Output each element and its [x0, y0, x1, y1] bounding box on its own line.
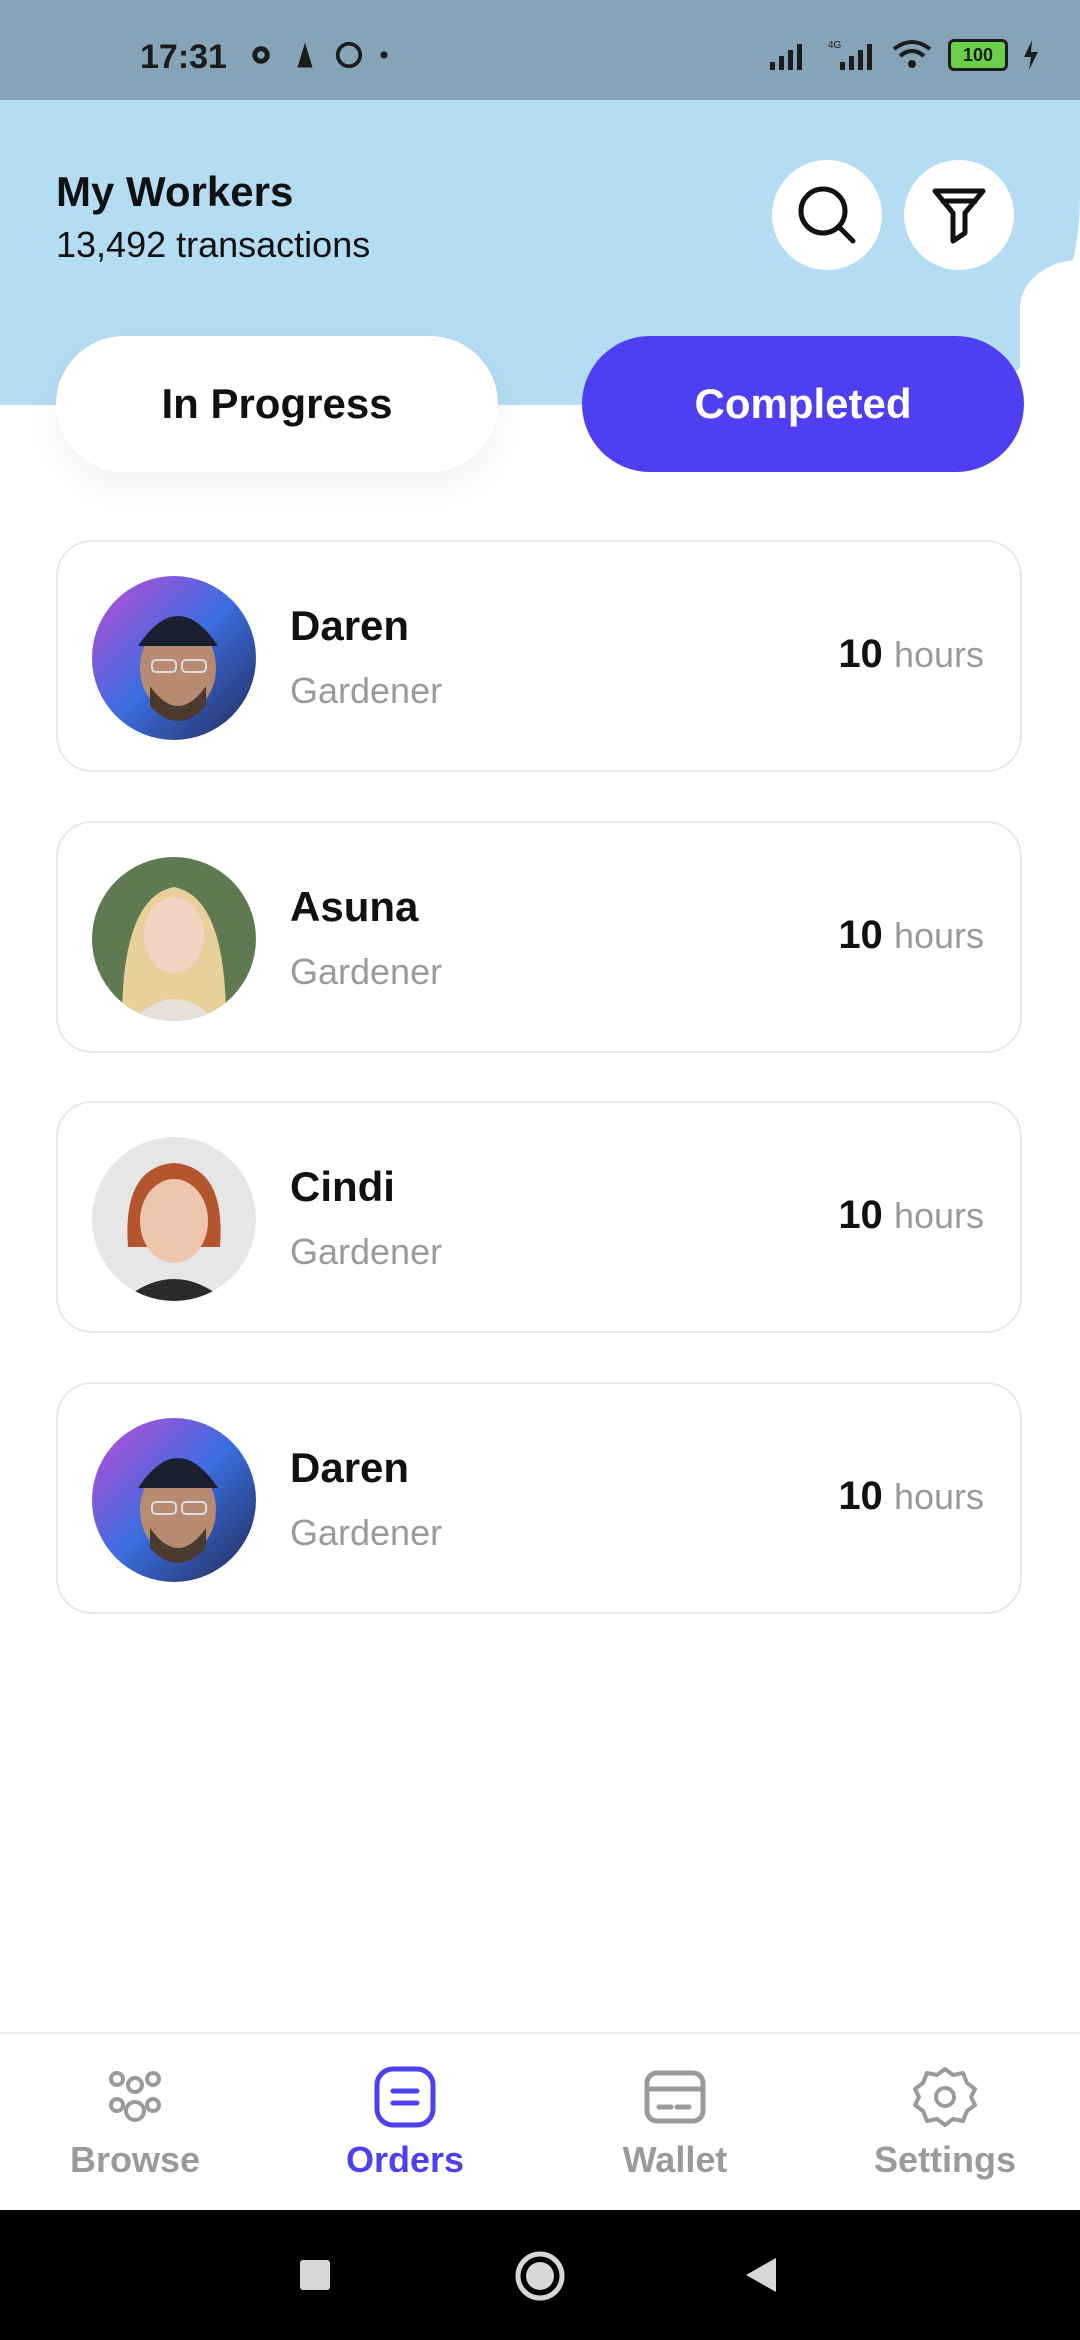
worker-status-icon: [297, 42, 313, 68]
nav-orders[interactable]: Orders: [270, 2034, 540, 2212]
worker-role: Gardener: [290, 670, 443, 711]
worker-hours: 10 hours: [838, 1193, 984, 1238]
worker-card[interactable]: Asuna Gardener 10 hours: [56, 821, 1022, 1053]
hours-unit: hours: [893, 1195, 984, 1236]
hours-value: 10: [838, 1193, 883, 1237]
orders-icon: [374, 2066, 436, 2128]
worker-hours: 10 hours: [838, 913, 984, 958]
filter-icon: [932, 188, 986, 244]
page-title: My Workers: [56, 168, 294, 215]
back-button[interactable]: [744, 2256, 778, 2299]
wifi-icon: [892, 40, 932, 68]
worker-role: Gardener: [290, 1231, 443, 1272]
sync-status-icon: [335, 41, 363, 69]
svg-text:4G: 4G: [828, 40, 842, 51]
nav-browse[interactable]: Browse: [0, 2034, 270, 2212]
square-icon: [300, 2260, 330, 2290]
hours-unit: hours: [893, 915, 984, 956]
worker-role: Gardener: [290, 951, 443, 992]
home-button[interactable]: [514, 2250, 566, 2307]
charging-icon: [1024, 40, 1038, 70]
recent-apps-button[interactable]: [298, 2258, 332, 2297]
worker-name: Daren: [290, 1444, 410, 1491]
nav-orders-label: Orders: [345, 2139, 465, 2180]
worker-name: Asuna: [290, 883, 419, 930]
nav-browse-label: Browse: [69, 2139, 201, 2180]
status-time: 17:31: [140, 38, 227, 76]
worker-card[interactable]: Daren Gardener 10 hours: [56, 540, 1022, 772]
worker-name: Cindi: [290, 1163, 395, 1210]
browse-icon: [109, 2071, 161, 2122]
battery-icon: 100: [948, 39, 1008, 71]
search-icon: [798, 186, 856, 244]
tab-in-progress[interactable]: In Progress: [56, 336, 498, 472]
filter-button[interactable]: [904, 160, 1014, 270]
hours-value: 10: [838, 913, 883, 957]
wallet-icon: [644, 2070, 706, 2124]
signal-4g-icon: 4G: [828, 40, 872, 70]
worker-role: Gardener: [290, 1512, 443, 1553]
nav-wallet-label: Wallet: [622, 2139, 728, 2180]
nav-settings[interactable]: Settings: [810, 2034, 1080, 2212]
hours-unit: hours: [893, 634, 984, 675]
status-notification-icons: [246, 40, 390, 70]
avatar: [92, 857, 256, 1021]
avatar: [92, 1418, 256, 1582]
hours-unit: hours: [893, 1476, 984, 1517]
worker-card[interactable]: Cindi Gardener 10 hours: [56, 1101, 1022, 1333]
hours-value: 10: [838, 1474, 883, 1518]
nav-wallet[interactable]: Wallet: [540, 2034, 810, 2212]
settings-icon: [913, 2067, 977, 2127]
worker-hours: 10 hours: [838, 632, 984, 677]
status-bar: 17:31 4G 100: [0, 0, 1080, 100]
bottom-nav: Browse Orders Wallet Settings: [0, 2032, 1080, 2212]
worker-name: Daren: [290, 602, 410, 649]
tab-completed[interactable]: Completed: [582, 336, 1024, 472]
worker-hours: 10 hours: [838, 1474, 984, 1519]
home-circle-icon: [515, 2251, 565, 2301]
system-nav-bar: [0, 2210, 1080, 2340]
avatar: [92, 1137, 256, 1301]
hours-value: 10: [838, 632, 883, 676]
avatar: [92, 576, 256, 740]
settings-status-icon: [252, 46, 270, 64]
nav-settings-label: Settings: [873, 2139, 1016, 2180]
status-system-icons: 4G 100: [768, 38, 1040, 72]
dot-status-icon: [380, 51, 388, 59]
worker-card[interactable]: Daren Gardener 10 hours: [56, 1382, 1022, 1614]
transactions-count: 13,492 transactions: [56, 224, 371, 265]
search-button[interactable]: [772, 160, 882, 270]
signal-icon: [770, 44, 802, 70]
back-triangle-icon: [746, 2258, 776, 2292]
